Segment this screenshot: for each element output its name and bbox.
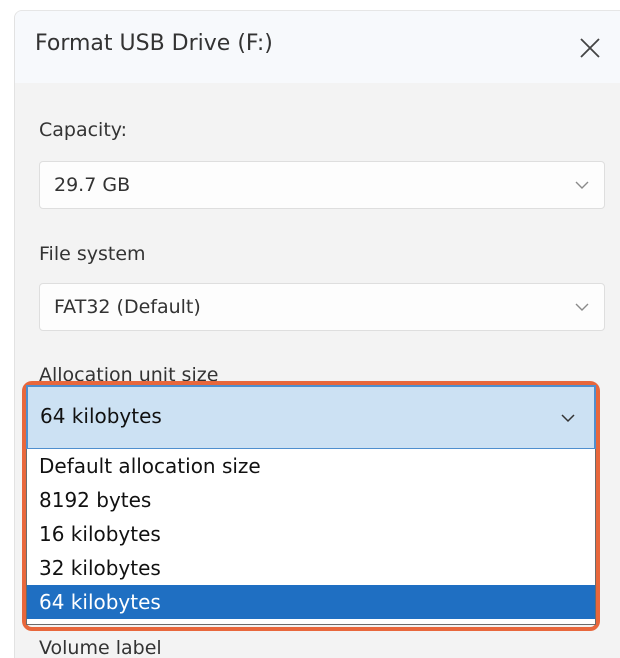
option-8192-bytes[interactable]: 8192 bytes [27,483,595,517]
volume-label-label: Volume label [39,637,162,658]
file-system-value: FAT32 (Default) [54,296,201,318]
dialog-title: Format USB Drive (F:) [35,31,273,56]
close-button[interactable] [575,33,605,63]
option-32-kilobytes[interactable]: 32 kilobytes [27,551,595,585]
capacity-label: Capacity: [39,119,128,141]
chevron-down-icon [575,181,589,189]
option-64-kilobytes[interactable]: 64 kilobytes [27,585,595,619]
allocation-unit-dropdown[interactable]: 64 kilobytes [26,385,596,449]
file-system-label: File system [39,243,146,265]
chevron-down-icon [561,414,575,423]
option-16-kilobytes[interactable]: 16 kilobytes [27,517,595,551]
option-default-allocation-size[interactable]: Default allocation size [27,449,595,483]
file-system-dropdown[interactable]: FAT32 (Default) [39,283,605,331]
capacity-value: 29.7 GB [54,174,131,196]
allocation-options-list: Default allocation size 8192 bytes 16 ki… [26,449,596,625]
chevron-down-icon [575,303,589,311]
allocation-unit-value: 64 kilobytes [40,404,162,428]
close-icon [580,38,600,58]
capacity-dropdown[interactable]: 29.7 GB [39,161,605,209]
title-bar: Format USB Drive (F:) [15,11,620,83]
